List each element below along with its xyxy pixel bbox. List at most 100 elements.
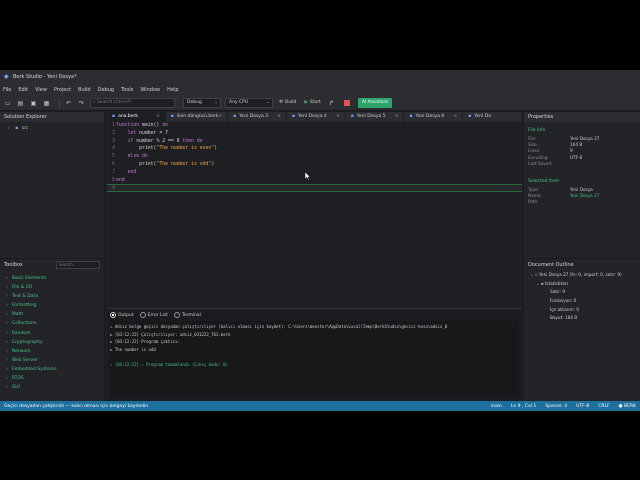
outline-stat[interactable]: Boyut: 164 B: [524, 314, 640, 323]
close-icon[interactable]: ×: [277, 112, 281, 122]
file-icon: ▪: [350, 114, 354, 119]
menu-edit[interactable]: Edit: [18, 87, 28, 93]
code-editor[interactable]: 1 function main() do 2 let number = 73 if …: [107, 122, 522, 308]
chevron-right-icon[interactable]: ›: [8, 126, 10, 131]
status-indentation[interactable]: Spaces: 4: [545, 404, 567, 409]
chevron-right-icon: ›: [6, 294, 8, 300]
toolbox-category[interactable]: › File & I/O: [6, 283, 104, 292]
outline-root[interactable]: ⌄ ▫ Yeni Dosya 27 (fn: 0, import: 0, sat…: [524, 271, 640, 280]
chevron-down-icon[interactable]: ⌄: [530, 272, 534, 277]
menu-tools[interactable]: Tools: [121, 87, 133, 93]
code-token: ): [211, 161, 215, 167]
toolbox-search-input[interactable]: Search...: [56, 261, 100, 269]
close-icon[interactable]: ×: [156, 112, 160, 122]
code-line[interactable]: 2 let number = 7: [107, 130, 522, 138]
tab-ana-berk[interactable]: ▪ ana.berk ×: [107, 112, 166, 122]
chevron-down-icon[interactable]: ⌄: [536, 281, 540, 286]
tab-yeni-dosya-6[interactable]: ▪ Yeni Dosya 6 ×: [404, 112, 464, 122]
toolbox-category[interactable]: › RTOS: [6, 374, 104, 383]
toolbox-category[interactable]: › Cryptography: [6, 338, 104, 347]
close-icon[interactable]: ×: [218, 112, 222, 122]
close-icon[interactable]: ×: [395, 112, 399, 122]
toolbox-category-label: Collections: [11, 321, 37, 327]
save-all-icon[interactable]: ▦: [42, 99, 51, 108]
menu-debug[interactable]: Debug: [98, 87, 114, 93]
platform-select[interactable]: Any CPU ⌄: [225, 98, 273, 108]
close-icon[interactable]: ×: [336, 112, 340, 122]
mouse-cursor-icon: [305, 172, 311, 180]
selected-item-title: Selected Item: [528, 178, 560, 184]
code-line[interactable]: 1 function main() do: [107, 122, 522, 130]
menu-view[interactable]: View: [35, 87, 47, 93]
line-number: 8: [112, 177, 115, 183]
code-line[interactable]: 6 print("The number is odd"): [107, 161, 522, 169]
search-placeholder: Search (Ctrl+F): [96, 100, 132, 105]
code-line[interactable]: 7 end: [107, 169, 522, 177]
code-token: end: [127, 169, 137, 175]
property-row: Last Saved:: [524, 161, 640, 167]
redo-icon[interactable]: ↷: [77, 99, 86, 108]
toolbox-category-label: Random: [11, 330, 31, 336]
code-line[interactable]: 8 end: [107, 177, 522, 185]
menu-window[interactable]: Window: [140, 87, 160, 93]
status-encoding[interactable]: UTF-8: [576, 404, 589, 409]
tab-output[interactable]: Output: [110, 312, 134, 318]
tab-terminal[interactable]: Terminal: [173, 312, 201, 318]
stop-icon[interactable]: [343, 100, 350, 106]
toolbox-category[interactable]: › Random: [6, 329, 104, 338]
toolbox-category[interactable]: › Text & Data: [6, 292, 104, 301]
tree-item-src[interactable]: › ▪ src: [0, 125, 104, 133]
open-folder-icon[interactable]: ▤: [16, 99, 25, 108]
search-input[interactable]: ⌕ Search (Ctrl+F): [90, 98, 175, 108]
ide-window: ◆ Berk Studio - Yeni Dosya* File Edit Vi…: [0, 70, 640, 411]
toolbox-category[interactable]: › Network: [6, 347, 104, 356]
status-line-ending[interactable]: CRLF: [598, 404, 609, 409]
status-cursor-position[interactable]: Ln 9 , Col 1: [511, 404, 536, 409]
menu-help[interactable]: Help: [167, 87, 178, 93]
line-number: 1: [112, 123, 115, 128]
tab-yeni-dosya-overflow[interactable]: ▪ Yeni Do: [463, 112, 522, 122]
menu-project[interactable]: Project: [54, 87, 71, 93]
status-items: main Ln 9 , Col 1 Spaces: 4 UTF-8 CRLF ●…: [482, 404, 640, 409]
toolbox-category[interactable]: › Web Server: [6, 356, 104, 365]
configuration-select[interactable]: Debug ⌄: [183, 98, 221, 108]
tab-label: Yeni Dosya 5: [356, 114, 386, 119]
save-icon[interactable]: ▣: [29, 99, 38, 108]
outline-stat[interactable]: İçe aktarım: 0: [524, 306, 640, 315]
toolbox-category[interactable]: › Embedded Systems: [6, 365, 104, 374]
output-line: ⚠ Adsız belge geçici dosyadan çalıştırıl…: [110, 324, 448, 329]
output-console[interactable]: ⚠ Adsız belge geçici dosyadan çalıştırıl…: [110, 321, 519, 398]
status-language[interactable]: ● BERK: [619, 404, 636, 409]
outline-stat[interactable]: Satır: 9: [524, 288, 640, 297]
tab-yeni-dosya-3[interactable]: ▪ Yeni Dosya 3 ×: [228, 112, 287, 122]
toolbox-category[interactable]: › GUI: [6, 383, 104, 392]
tab-yeni-dosya-4[interactable]: ▪ Yeni Dosya 4 ×: [287, 112, 346, 122]
undo-icon[interactable]: ↶: [64, 99, 73, 108]
step-icon[interactable]: ↱: [327, 99, 336, 108]
outline-group[interactable]: ⌄ ▪ İstatistikler: [524, 280, 640, 289]
toolbox-category[interactable]: › Collections: [6, 319, 104, 328]
toolbox-category[interactable]: › Basic Elements: [6, 274, 104, 283]
code-line[interactable]: 4 print("The number is even"): [107, 145, 522, 153]
menu-build[interactable]: Build: [78, 87, 91, 93]
code-line[interactable]: 9: [107, 184, 522, 193]
toolbox-category[interactable]: › Formatting: [6, 301, 104, 310]
status-branch[interactable]: main: [491, 404, 502, 409]
start-button[interactable]: ▶ Start: [302, 98, 322, 108]
build-button[interactable]: ⚒ Build: [277, 98, 298, 108]
code-line[interactable]: 3 if number % 2 == 0 then do: [107, 138, 522, 146]
outline-stat[interactable]: Fonksiyon: 0: [524, 297, 640, 306]
ai-assistant-button[interactable]: AI Assistant: [357, 98, 393, 108]
menu-file[interactable]: File: [3, 87, 11, 93]
tab-error-list[interactable]: Error List: [139, 312, 168, 318]
toolbox-category[interactable]: › Math: [6, 310, 104, 319]
tab-yeni-dosya-5[interactable]: ▪ Yeni Dosya 5 ×: [346, 112, 405, 122]
code-text: let number = 7: [116, 130, 168, 138]
close-icon[interactable]: ×: [453, 112, 457, 122]
code-line[interactable]: 5 else do: [107, 153, 522, 161]
code-text: print("The number is odd"): [116, 161, 214, 169]
new-file-icon[interactable]: ▭: [3, 99, 12, 108]
radio-selected-icon: [110, 312, 116, 318]
tab-iken-dongusu[interactable]: ▪ iken döngüsü.berk ×: [166, 112, 229, 122]
